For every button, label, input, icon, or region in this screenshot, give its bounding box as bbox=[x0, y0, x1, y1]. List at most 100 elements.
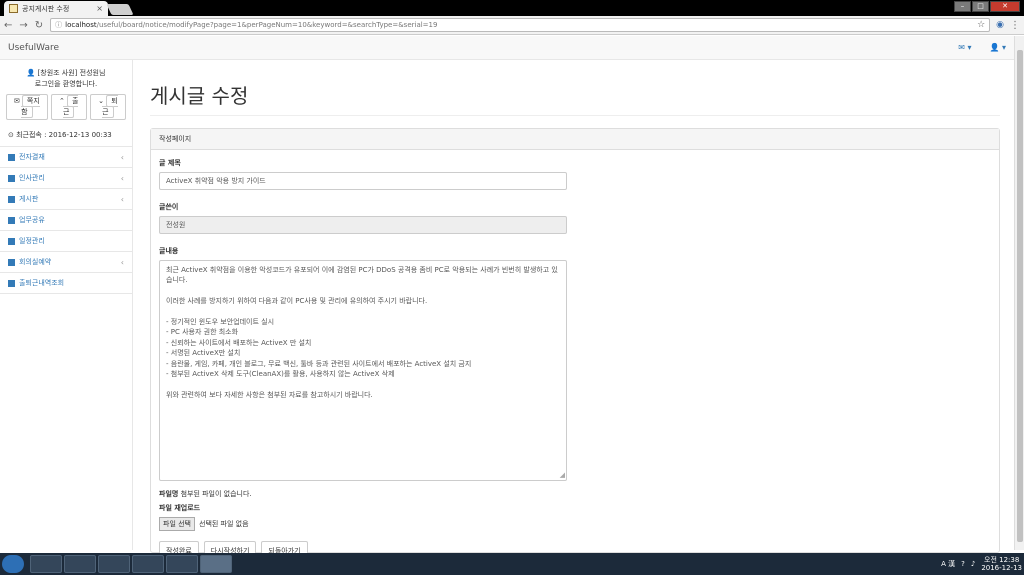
user-box: 👤 [창원조 사원] 전성원님 로그인을 환영합니다. ✉ 쪽지함 ⌃ 출근 ⌄… bbox=[0, 60, 132, 124]
user-dropdown-icon[interactable]: 👤 ▾ bbox=[989, 43, 1006, 52]
system-tray: A 漢 ? ♪ 오전 12:38 2016-12-13 bbox=[941, 556, 1022, 572]
welcome-text: 로그인을 환영합니다. bbox=[34, 80, 98, 88]
check-in-button[interactable]: ⌃ 출근 bbox=[50, 94, 87, 120]
sidebar-item-label: 일정관리 bbox=[19, 237, 45, 245]
sidebar-item-meeting-room[interactable]: 회의실예약 ‹ bbox=[0, 252, 132, 273]
sidebar-item-board[interactable]: 게시판 ‹ bbox=[0, 189, 132, 210]
sidebar-item-schedule[interactable]: 일정관리 bbox=[0, 231, 132, 252]
clock-time: 오전 12:38 bbox=[984, 556, 1020, 564]
grid-icon bbox=[8, 258, 15, 266]
chevron-left-icon: ‹ bbox=[120, 173, 124, 183]
sort-icon bbox=[8, 279, 15, 287]
sidebar-item-hr[interactable]: 인사관리 ‹ bbox=[0, 168, 132, 189]
user-icon: 👤 bbox=[26, 69, 36, 77]
scrollbar-thumb[interactable] bbox=[1017, 50, 1023, 542]
file-upload-row: 파일 선택 선택된 파일 없음 bbox=[159, 517, 991, 531]
message-box-label: 쪽지함 bbox=[21, 95, 40, 118]
file-info: 파일명 첨부된 파일이 없습니다. bbox=[159, 489, 991, 499]
browser-tab[interactable]: 공지게시판 수정 × bbox=[4, 1, 108, 16]
chart-icon bbox=[8, 174, 15, 182]
sidebar-item-label: 출퇴근내역조회 bbox=[19, 279, 65, 287]
file-upload-label: 파일 재업로드 bbox=[159, 504, 201, 512]
calendar-icon bbox=[8, 237, 15, 245]
url-path: /useful/board/notice/modifyPage?page=1&p… bbox=[96, 21, 438, 29]
chevron-left-icon: ‹ bbox=[120, 152, 124, 162]
sidebar-item-work-share[interactable]: 업무공유 bbox=[0, 210, 132, 231]
user-greeting: 👤 [창원조 사원] 전성원님 bbox=[6, 68, 126, 79]
page-scrollbar[interactable] bbox=[1014, 36, 1024, 550]
windows-taskbar: A 漢 ? ♪ 오전 12:38 2016-12-13 bbox=[0, 553, 1024, 575]
message-box-button[interactable]: ✉ 쪽지함 bbox=[6, 94, 48, 120]
mail-dropdown-icon[interactable]: ✉ ▾ bbox=[958, 43, 971, 52]
title-label: 글 제목 bbox=[159, 159, 181, 167]
address-toolbar: ← → ↻ ⓘ localhost /useful/board/notice/m… bbox=[0, 16, 1024, 35]
paint-icon[interactable] bbox=[132, 555, 164, 573]
content-textarea[interactable]: 최근 ActiveX 취약점을 이용한 악성코드가 유포되어 이에 감염된 PC… bbox=[159, 260, 567, 481]
panel-body: 글 제목 ActiveX 취약점 악용 방지 가이드 글쓴이 전성원 글내용 최… bbox=[151, 150, 999, 569]
sidebar-item-label: 회의실예약 bbox=[19, 258, 52, 266]
content-text: 최근 ActiveX 취약점을 이용한 악성코드가 유포되어 이에 감염된 PC… bbox=[166, 266, 558, 399]
ie-icon[interactable] bbox=[30, 555, 62, 573]
check-out-button[interactable]: ⌄ 퇴근 bbox=[89, 94, 126, 120]
window-close-button[interactable]: ✕ bbox=[990, 1, 1020, 12]
chrome-icon[interactable] bbox=[200, 555, 232, 573]
clock-icon: ⊙ bbox=[8, 131, 14, 139]
url-input[interactable]: ⓘ localhost /useful/board/notice/modifyP… bbox=[50, 18, 991, 32]
reload-icon[interactable]: ↻ bbox=[35, 20, 43, 31]
content-label: 글내용 bbox=[159, 247, 179, 255]
writer-label: 글쓴이 bbox=[159, 203, 179, 211]
brand-logo[interactable]: UsefulWare bbox=[8, 43, 59, 53]
back-icon[interactable]: ← bbox=[4, 20, 12, 31]
last-login-text: 최근접속 : 2016-12-13 00:33 bbox=[16, 131, 112, 139]
file-name-value: 첨부된 파일이 없습니다. bbox=[180, 490, 252, 498]
browser-menu-icon[interactable]: ⋮ bbox=[1010, 20, 1020, 31]
panel-heading: 작성페이지 bbox=[151, 129, 999, 150]
check-in-label: 출근 bbox=[62, 95, 79, 118]
bookmark-star-icon[interactable]: ☆ bbox=[977, 20, 985, 30]
edit-icon bbox=[8, 216, 15, 224]
title-input[interactable]: ActiveX 취약점 악용 방지 가이드 bbox=[159, 172, 567, 190]
sidebar-item-label: 인사관리 bbox=[19, 174, 45, 182]
main-content: 게시글 수정 작성페이지 글 제목 ActiveX 취약점 악용 방지 가이드 … bbox=[150, 60, 1000, 561]
help-icon[interactable]: ? bbox=[961, 560, 965, 568]
sidebar: 👤 [창원조 사원] 전성원님 로그인을 환영합니다. ✉ 쪽지함 ⌃ 출근 ⌄… bbox=[0, 60, 133, 550]
sidebar-item-label: 전자결재 bbox=[19, 153, 45, 161]
clock[interactable]: 오전 12:38 2016-12-13 bbox=[981, 556, 1022, 572]
ime-indicator[interactable]: A 漢 bbox=[941, 559, 955, 569]
sidebar-item-approval[interactable]: 전자결재 ‹ bbox=[0, 147, 132, 168]
page-title: 게시글 수정 bbox=[150, 80, 1000, 116]
file-none-text: 선택된 파일 없음 bbox=[199, 520, 249, 528]
sidebar-item-label: 게시판 bbox=[19, 195, 39, 203]
browser-titlebar: 공지게시판 수정 × – □ ✕ bbox=[0, 0, 1024, 16]
resize-grip-icon[interactable]: ◢ bbox=[560, 470, 565, 480]
info-icon: ⓘ bbox=[55, 21, 63, 29]
check-out-label: 퇴근 bbox=[102, 95, 118, 118]
table-icon bbox=[8, 195, 15, 203]
media-player-icon[interactable] bbox=[98, 555, 130, 573]
maximize-button[interactable]: □ bbox=[972, 1, 989, 12]
sidebar-item-attendance[interactable]: 출퇴근내역조회 bbox=[0, 273, 132, 294]
new-tab-button[interactable] bbox=[106, 4, 134, 15]
page-favicon-icon bbox=[9, 4, 18, 13]
chevron-left-icon: ‹ bbox=[120, 194, 124, 204]
file-select-button[interactable]: 파일 선택 bbox=[159, 517, 195, 531]
clock-date: 2016-12-13 bbox=[981, 564, 1022, 572]
explorer-icon[interactable] bbox=[64, 555, 96, 573]
window-controls: – □ ✕ bbox=[954, 1, 1020, 12]
chevron-left-icon: ‹ bbox=[120, 257, 124, 267]
extension-icon[interactable]: ◉ bbox=[996, 20, 1004, 30]
user-name: [창원조 사원] 전성원님 bbox=[37, 69, 106, 77]
volume-icon[interactable]: ♪ bbox=[971, 560, 975, 568]
edit-panel: 작성페이지 글 제목 ActiveX 취약점 악용 방지 가이드 글쓴이 전성원… bbox=[150, 128, 1000, 561]
app-navbar: UsefulWare ✉ ▾ 👤 ▾ bbox=[0, 36, 1014, 60]
url-host: localhost bbox=[65, 21, 97, 29]
app-icon[interactable] bbox=[166, 555, 198, 573]
tab-close-icon[interactable]: × bbox=[96, 4, 103, 13]
start-button[interactable] bbox=[2, 555, 24, 573]
document-icon bbox=[8, 153, 15, 161]
sidebar-item-label: 업무공유 bbox=[19, 216, 45, 224]
forward-icon[interactable]: → bbox=[19, 20, 27, 31]
minimize-button[interactable]: – bbox=[954, 1, 971, 12]
file-name-label: 파일명 bbox=[159, 490, 179, 498]
writer-input: 전성원 bbox=[159, 216, 567, 234]
